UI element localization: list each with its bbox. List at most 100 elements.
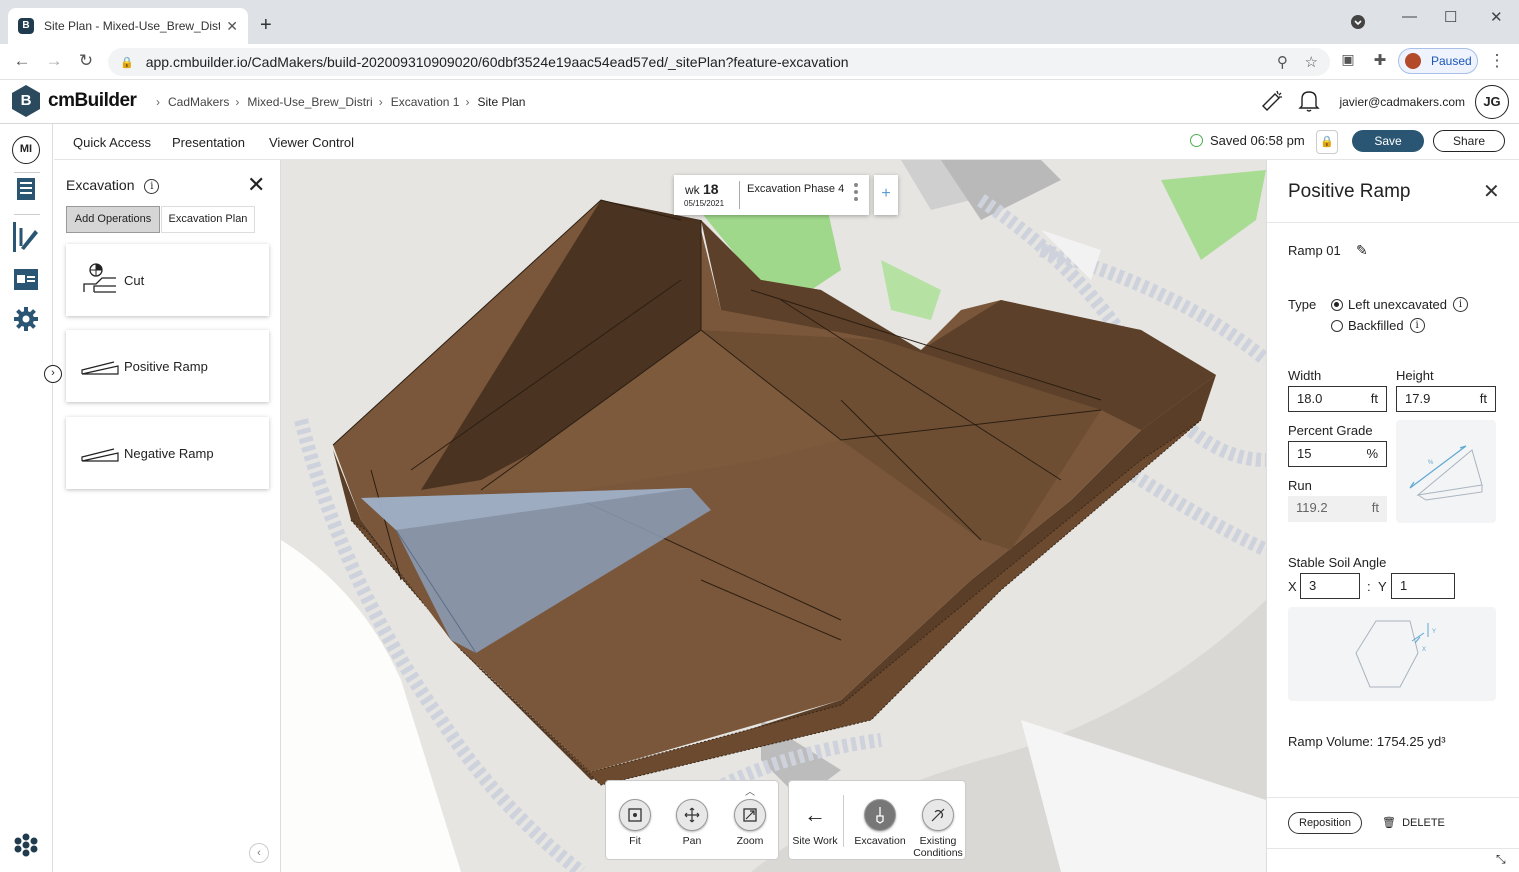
tab-add-operations[interactable]: Add Operations <box>66 206 160 233</box>
info-icon[interactable]: i <box>1453 297 1469 312</box>
user-avatar[interactable]: JG <box>1475 85 1509 119</box>
announcement-icon[interactable] <box>1259 88 1285 117</box>
menu-viewer-control[interactable]: Viewer Control <box>269 135 354 150</box>
phase-menu-kebab-icon[interactable] <box>854 183 858 204</box>
rail-divider <box>14 172 40 173</box>
operation-positive-ramp[interactable]: Positive Ramp <box>66 330 269 402</box>
reposition-button[interactable]: Reposition <box>1288 812 1362 834</box>
browser-menu-icon[interactable]: ⋮ <box>1485 51 1509 71</box>
forward-icon[interactable]: → <box>42 51 66 71</box>
radio-label: Backfilled <box>1348 318 1404 333</box>
fit-button[interactable]: Fit <box>613 799 657 847</box>
tab-title: Site Plan - Mixed-Use_Brew_Distr <box>44 19 221 33</box>
notification-bell-icon[interactable] <box>1297 88 1321 117</box>
width-input[interactable]: 18.0 ft <box>1288 386 1387 412</box>
project-avatar[interactable]: MI <box>12 136 40 164</box>
percent-grade-input[interactable]: 15 % <box>1288 441 1387 467</box>
url-field[interactable]: 🔒 app.cmbuilder.io/CadMakers/build-20200… <box>108 48 1330 76</box>
extensions-icon[interactable]: ✚ <box>1368 51 1392 69</box>
edit-pencil-icon[interactable]: ✎ <box>1356 242 1368 259</box>
profile-status: Paused <box>1431 54 1472 68</box>
menu-presentation[interactable]: Presentation <box>172 135 245 150</box>
url-text: app.cmbuilder.io/CadMakers/build-2020093… <box>145 54 849 70</box>
operation-negative-ramp[interactable]: Negative Ramp <box>66 417 269 489</box>
expand-rail-chevron-icon[interactable]: › <box>44 365 62 383</box>
bookmark-star-icon[interactable]: ☆ <box>1305 54 1318 71</box>
breadcrumb-item[interactable]: Mixed-Use_Brew_Distri <box>247 95 372 109</box>
add-phase-button[interactable]: + <box>874 175 898 215</box>
maximize-icon[interactable]: ☐ <box>1444 8 1457 26</box>
delete-button[interactable]: 🗑 DELETE <box>1382 816 1445 829</box>
app-header: B cmBuilder › CadMakers › Mixed-Use_Brew… <box>0 80 1519 124</box>
lock-button[interactable]: 🔒 <box>1316 130 1338 154</box>
existing-conditions-button[interactable]: Existing Conditions <box>910 799 966 859</box>
info-icon[interactable]: i <box>144 179 160 194</box>
share-button[interactable]: Share <box>1433 130 1505 152</box>
documents-icon[interactable] <box>11 174 41 204</box>
header-user-area: javier@cadmakers.com JG <box>1259 85 1509 119</box>
height-input[interactable]: 17.9 ft <box>1396 386 1496 412</box>
week-label: wk 18 <box>685 181 719 197</box>
close-panel-icon[interactable]: ✕ <box>1483 179 1500 204</box>
radio-label: Left unexcavated <box>1348 297 1448 312</box>
3d-viewport[interactable]: wk 18 05/15/2021 Excavation Phase 4 + ︿ … <box>281 160 1266 872</box>
existing-conditions-icon <box>922 799 954 831</box>
resize-corner-icon[interactable]: ⤡ <box>1496 852 1506 867</box>
menu-quick-access[interactable]: Quick Access <box>73 135 151 150</box>
soil-y-input[interactable]: 1 <box>1391 573 1455 599</box>
run-value: 119.2 <box>1296 500 1328 515</box>
schedule-icon[interactable] <box>11 264 41 294</box>
cut-icon <box>80 262 120 298</box>
run-unit: ft <box>1371 500 1379 515</box>
profile-button[interactable]: Paused <box>1398 48 1478 74</box>
zoom-icon[interactable]: ⚲ <box>1277 54 1288 71</box>
back-icon[interactable]: ← <box>10 51 34 71</box>
new-tab-icon[interactable]: + <box>260 14 272 37</box>
chevron-right-icon: › <box>465 95 470 109</box>
type-option-left-unexcavated[interactable]: Left unexcavated i <box>1331 297 1469 312</box>
lock-icon: 🔒 <box>1320 136 1334 148</box>
panel-title: Positive Ramp <box>1288 181 1411 202</box>
browser-tab[interactable]: B Site Plan - Mixed-Use_Brew_Distr ✕ <box>8 8 248 44</box>
breadcrumb-item[interactable]: Excavation 1 <box>391 95 460 109</box>
ramp-diagram: % <box>1396 420 1496 523</box>
chevron-right-icon: › <box>156 95 160 109</box>
close-window-icon[interactable]: ✕ <box>1490 8 1503 26</box>
pan-button[interactable]: Pan <box>670 799 714 847</box>
app-logo[interactable]: B cmBuilder <box>12 85 137 117</box>
info-icon[interactable]: i <box>1409 318 1425 333</box>
reload-icon[interactable]: ↻ <box>74 51 98 71</box>
tab-excavation-plan[interactable]: Excavation Plan <box>161 206 255 233</box>
breadcrumb-current: Site Plan <box>477 95 526 109</box>
minimize-icon[interactable]: — <box>1402 8 1417 25</box>
check-circle-icon <box>1190 134 1203 147</box>
soil-x-label: X <box>1288 579 1297 594</box>
excavation-mode-button[interactable]: Excavation <box>850 799 910 847</box>
chevron-up-icon[interactable]: ︿ <box>745 783 755 798</box>
save-button[interactable]: Save <box>1352 130 1424 152</box>
profile-avatar <box>1405 53 1421 69</box>
close-excavation-panel-icon[interactable]: ✕ <box>247 172 265 198</box>
toolbar-divider <box>843 795 844 847</box>
site-plan-tool-icon[interactable] <box>11 222 41 252</box>
chevron-right-icon: › <box>378 95 383 109</box>
breadcrumb-item[interactable]: CadMakers <box>168 95 229 109</box>
zoom-button[interactable]: Zoom <box>728 799 772 847</box>
close-tab-icon[interactable]: ✕ <box>226 18 238 35</box>
collapse-panel-chevron-icon[interactable]: ‹ <box>249 843 269 863</box>
apps-flower-icon[interactable] <box>11 830 41 860</box>
tab-search-icon[interactable] <box>1350 14 1366 34</box>
divider <box>1267 797 1519 798</box>
width-value: 18.0 <box>1297 391 1323 406</box>
phase-card[interactable]: wk 18 05/15/2021 Excavation Phase 4 <box>674 175 869 215</box>
operation-cut[interactable]: Cut <box>66 244 269 316</box>
terrain-3d-render[interactable] <box>281 160 1266 872</box>
browser-tab-bar: B Site Plan - Mixed-Use_Brew_Distr ✕ + —… <box>0 0 1519 44</box>
soil-y-label: Y <box>1378 579 1387 594</box>
cast-icon[interactable]: ▣ <box>1336 51 1360 68</box>
site-work-back-button[interactable]: ← Site Work <box>789 803 841 848</box>
type-option-backfilled[interactable]: Backfilled i <box>1331 318 1425 333</box>
site-favicon-icon: B <box>18 18 34 34</box>
settings-gear-icon[interactable] <box>11 304 41 334</box>
soil-x-input[interactable]: 3 <box>1300 573 1360 599</box>
